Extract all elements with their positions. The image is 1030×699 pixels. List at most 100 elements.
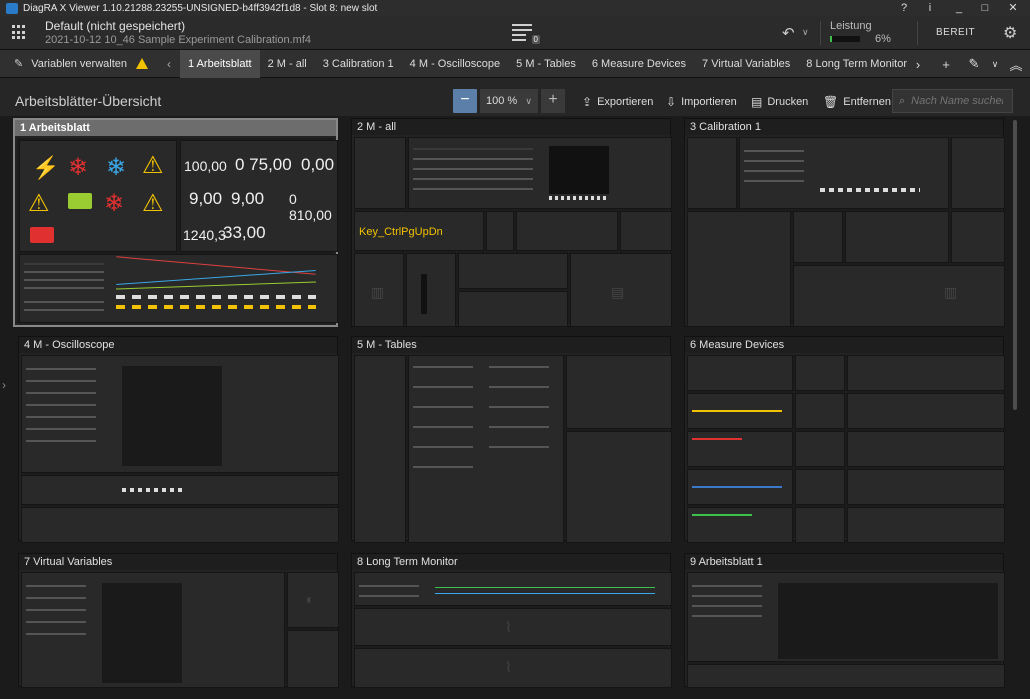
value-display: 0 75,00: [235, 155, 292, 174]
zoom-in-button[interactable]: +: [541, 89, 565, 113]
export-button[interactable]: ⇪ Exportieren: [582, 95, 653, 109]
warning-icon: ⚠: [142, 152, 164, 179]
worksheet-card-title: 9 Arbeitsblatt 1: [685, 554, 1003, 570]
manage-variables-button[interactable]: ✎ Variablen verwalten: [0, 50, 158, 78]
warning-icon: ⚠: [28, 190, 50, 217]
worksheet-card-title: 7 Virtual Variables: [19, 554, 337, 570]
value-display: 9,00: [231, 189, 265, 208]
help-button[interactable]: ?: [891, 0, 917, 16]
minimize-button[interactable]: _: [946, 0, 972, 16]
remove-button[interactable]: 🗑 Entfernen: [823, 95, 891, 109]
lightning-icon: ⚡: [32, 155, 60, 180]
worksheet-card-5[interactable]: 5 M - Tables: [351, 336, 672, 543]
document-title: Default (nicht gespeichert): [45, 19, 186, 33]
chart-placeholder-icon: ⌇: [505, 619, 512, 635]
gear-icon[interactable]: ⚙: [1003, 23, 1017, 43]
value-display: 33,00: [223, 223, 266, 242]
print-label: Drucken: [767, 96, 809, 108]
scrollbar[interactable]: [1013, 120, 1017, 410]
tab-long-term-monitor[interactable]: 8 Long Term Monitor: [798, 50, 915, 78]
tab-m-all[interactable]: 2 M - all: [260, 50, 315, 78]
chart-placeholder-icon: ⌇: [505, 659, 512, 675]
export-icon: ⇪: [582, 95, 593, 109]
search-icon: ⌕: [899, 94, 906, 107]
tab-measure-devices[interactable]: 6 Measure Devices: [584, 50, 694, 78]
tab-prev-button[interactable]: ‹: [158, 57, 180, 71]
pencil-icon: ✎: [14, 58, 24, 70]
chart-placeholder-icon: ▥: [371, 284, 385, 300]
manage-variables-label: Variablen verwalten: [31, 57, 128, 70]
zoom-out-button[interactable]: −: [453, 89, 477, 113]
maximize-button[interactable]: □: [972, 0, 998, 16]
worksheet-card-7[interactable]: 7 Virtual Variables ◐: [18, 553, 339, 688]
worksheet-card-8[interactable]: 8 Long Term Monitor ⌇ ⌇: [351, 553, 672, 688]
tab-calibration[interactable]: 3 Calibration 1: [315, 50, 402, 78]
add-tab-button[interactable]: +: [932, 57, 960, 72]
export-label: Exportieren: [597, 96, 654, 108]
worksheet-card-6[interactable]: 6 Measure Devices: [684, 336, 1005, 543]
worksheet-card-title: 3 Calibration 1: [685, 119, 1003, 135]
info-button[interactable]: i: [917, 0, 943, 16]
warning-icon: [136, 58, 149, 69]
worksheet-card-3[interactable]: 3 Calibration 1 ▥: [684, 118, 1005, 327]
battery-green-icon: [68, 193, 92, 209]
window-title: DiagRA X Viewer 1.10.21288.23255-UNSIGNE…: [23, 2, 378, 14]
chart-preview-panel: [21, 572, 285, 688]
import-label: Importieren: [681, 96, 737, 108]
battery-red-icon: [30, 227, 54, 243]
tab-oscilloscope[interactable]: 4 M - Oscilloscope: [402, 50, 508, 78]
edit-tab-button[interactable]: ✎: [960, 56, 988, 72]
performance-label: Leistung: [830, 20, 872, 32]
undo-icon[interactable]: ↶: [782, 24, 795, 42]
worksheet-card-title: 6 Measure Devices: [685, 337, 1003, 353]
value-display: 9,00: [189, 189, 223, 208]
worksheet-card-9[interactable]: 9 Arbeitsblatt 1: [684, 553, 1005, 688]
trash-icon: 🗑: [823, 95, 839, 109]
document-file: 2021-10-12 10_46 Sample Experiment Calib…: [45, 34, 311, 46]
list-icon[interactable]: 0: [512, 22, 540, 44]
status-indicator: BEREIT: [936, 27, 976, 38]
worksheet-card-4[interactable]: 4 M - Oscilloscope: [18, 336, 339, 543]
chart-preview-panel: [19, 254, 338, 323]
chart-preview-panel: [21, 355, 339, 473]
zoom-select[interactable]: 100 % ∨: [480, 89, 538, 113]
performance-bar: [830, 36, 860, 42]
value-display: 0,00: [301, 155, 335, 174]
tab-virtual-variables[interactable]: 7 Virtual Variables: [694, 50, 798, 78]
chevron-down-icon[interactable]: ∨: [802, 27, 809, 38]
tab-tables[interactable]: 5 M - Tables: [508, 50, 584, 78]
printer-icon: ▤: [751, 95, 763, 109]
worksheet-card-2[interactable]: 2 M - all Key_CtrlPgUpDn ▥ ▤: [351, 118, 672, 327]
import-button[interactable]: ⇩ Importieren: [666, 95, 737, 109]
sidebar-expand-icon[interactable]: ›: [2, 378, 6, 392]
tab-next-button[interactable]: ›: [904, 57, 932, 72]
worksheet-card-title: 4 M - Oscilloscope: [19, 337, 337, 353]
search-input[interactable]: [911, 95, 1004, 107]
print-button[interactable]: ▤ Drucken: [751, 95, 808, 109]
value-display: 0 810,00: [289, 191, 332, 223]
title-bar: DiagRA X Viewer 1.10.21288.23255-UNSIGNE…: [0, 0, 1030, 16]
worksheet-card-1[interactable]: 1 Arbeitsblatt ⚡ ❄ ❄ ⚠ ⚠ ❄ ⚠ 100,00 0 75…: [13, 118, 338, 327]
list-badge: 0: [531, 35, 540, 44]
snowflake-blue-icon: ❄: [106, 154, 127, 181]
chart-preview-panel: [739, 137, 949, 209]
chart-placeholder-icon: ▤: [611, 284, 625, 300]
remove-label: Entfernen: [843, 96, 891, 108]
app-icon: [6, 2, 18, 14]
chart-placeholder-icon: ◐: [306, 591, 315, 607]
page-title: Arbeitsblätter-Übersicht: [15, 93, 162, 109]
close-button[interactable]: ✕: [1000, 0, 1026, 16]
collapse-button[interactable]: ︽: [1002, 55, 1030, 74]
table-preview-panel: [408, 355, 564, 543]
key-label: Key_CtrlPgUpDn: [359, 226, 443, 238]
chart-preview-panel: [354, 572, 672, 606]
status-icons-panel: ⚡ ❄ ❄ ⚠ ⚠ ❄ ⚠: [19, 140, 177, 252]
import-icon: ⇩: [666, 95, 677, 109]
worksheet-card-title: 8 Long Term Monitor: [352, 554, 670, 570]
tab-arbeitsblatt[interactable]: 1 Arbeitsblatt: [180, 49, 260, 78]
worksheet-card-title: 2 M - all: [352, 119, 670, 135]
edit-dropdown-icon[interactable]: ∨: [988, 59, 1002, 70]
app-menu-icon[interactable]: [12, 25, 27, 40]
search-box[interactable]: ⌕: [892, 89, 1013, 113]
zoom-value: 100 %: [486, 95, 518, 107]
